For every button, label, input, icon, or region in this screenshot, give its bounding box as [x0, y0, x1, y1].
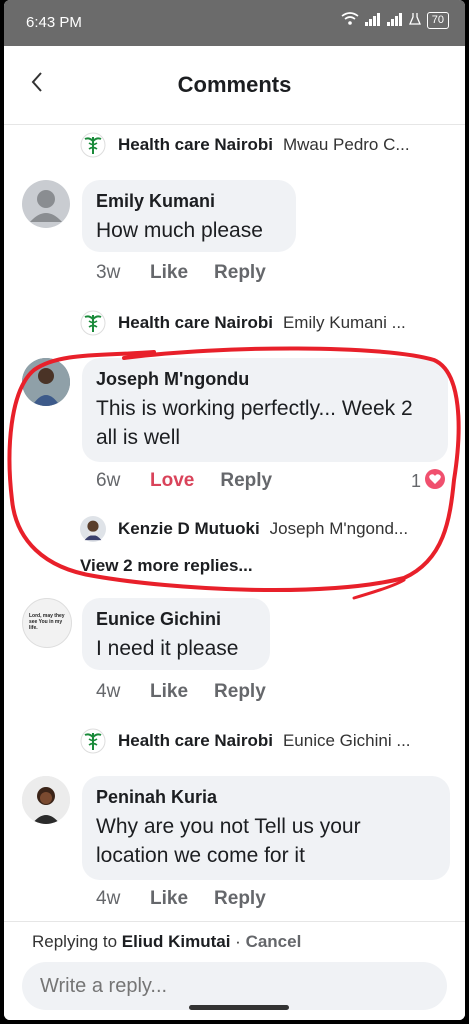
- comment-author[interactable]: Peninah Kuria: [96, 786, 436, 808]
- comment-actions: 4w Like Reply: [96, 888, 292, 910]
- reply-author[interactable]: Health care Nairobi: [118, 135, 273, 155]
- comments-header: Comments: [4, 46, 465, 125]
- lab-icon: [408, 12, 421, 29]
- status-icons: 70: [341, 12, 449, 29]
- like-button[interactable]: Like: [150, 262, 188, 284]
- comment-actions: 6w Love Reply: [96, 470, 298, 492]
- reply-snippet: Mwau Pedro C...: [282, 135, 410, 154]
- avatar-quote-text: Lord, may they see You in my life.: [29, 613, 65, 631]
- status-time: 6:43 PM: [26, 14, 82, 31]
- replying-to-name: Eliud Kimutai: [121, 932, 231, 951]
- status-bar: 6:43 PM 70: [4, 0, 465, 46]
- reply-snippet: Eunice Gichini ...: [282, 731, 411, 750]
- reply-preview[interactable]: Health care Nairobi Emily Kumani ...: [80, 303, 450, 343]
- app-screen: 6:43 PM 70 Comments Health care Nairobi …: [4, 0, 465, 1020]
- reply-input[interactable]: [22, 962, 447, 1010]
- comment-time: 6w: [96, 470, 121, 491]
- reaction-summary[interactable]: 1: [411, 469, 446, 494]
- avatar[interactable]: [22, 358, 70, 406]
- heart-reaction-icon: [425, 469, 446, 494]
- reply-author[interactable]: Kenzie D Mutuoki: [118, 519, 260, 539]
- replying-prefix: Replying to: [32, 932, 118, 951]
- reply-preview[interactable]: Health care Nairobi Mwau Pedro C...: [80, 125, 450, 165]
- battery-icon: 70: [426, 12, 449, 29]
- reply-snippet: Joseph M'ngond...: [269, 519, 409, 538]
- signal-icon: [364, 12, 381, 29]
- reply-button[interactable]: Reply: [214, 681, 266, 703]
- comment-actions: 3w Like Reply: [96, 262, 292, 284]
- caduceus-logo-icon: [80, 132, 106, 158]
- comment-text: How much please: [96, 219, 263, 242]
- caduceus-logo-icon: [80, 728, 106, 754]
- comment-author[interactable]: Emily Kumani: [96, 190, 282, 212]
- comment-bubble: Eunice Gichini I need it please: [82, 598, 270, 670]
- reply-author[interactable]: Health care Nairobi: [118, 313, 273, 333]
- comment-author[interactable]: Eunice Gichini: [96, 608, 256, 630]
- separator: ·: [235, 932, 241, 951]
- reaction-count: 1: [411, 471, 422, 491]
- avatar: [80, 516, 106, 542]
- home-indicator: [189, 1005, 289, 1010]
- view-more-replies-link[interactable]: View 2 more replies...: [80, 556, 253, 576]
- reply-button[interactable]: Reply: [214, 262, 266, 284]
- reply-preview[interactable]: Health care Nairobi Eunice Gichini ...: [80, 721, 450, 761]
- comment-actions: 4w Like Reply: [96, 681, 292, 703]
- avatar[interactable]: Lord, may they see You in my life.: [22, 598, 72, 648]
- comment-bubble: Peninah Kuria Why are you not Tell us yo…: [82, 776, 450, 880]
- like-button[interactable]: Like: [150, 681, 188, 703]
- cancel-button[interactable]: Cancel: [246, 932, 302, 951]
- reply-button[interactable]: Reply: [220, 470, 272, 492]
- comment-time: 3w: [96, 262, 121, 283]
- wifi-icon: [341, 12, 359, 29]
- page-title: Comments: [177, 72, 292, 97]
- comment-time: 4w: [96, 681, 121, 702]
- comment-bubble: Joseph M'ngondu This is working perfectl…: [82, 358, 448, 462]
- avatar[interactable]: [22, 180, 70, 228]
- reply-author[interactable]: Health care Nairobi: [118, 731, 273, 751]
- love-button[interactable]: Love: [150, 470, 194, 492]
- comment-text: This is working perfectly... Week 2 all …: [96, 397, 413, 449]
- like-button[interactable]: Like: [150, 888, 188, 910]
- avatar[interactable]: [22, 776, 70, 824]
- caduceus-logo-icon: [80, 310, 106, 336]
- signal-icon-2: [386, 12, 403, 29]
- comment-text: I need it please: [96, 637, 239, 660]
- reply-snippet: Emily Kumani ...: [282, 313, 406, 332]
- reply-preview[interactable]: Kenzie D Mutuoki Joseph M'ngond...: [80, 509, 450, 549]
- reply-button[interactable]: Reply: [214, 888, 266, 910]
- comment-time: 4w: [96, 888, 121, 909]
- comment-author[interactable]: Joseph M'ngondu: [96, 368, 434, 390]
- replying-to-bar: Replying to Eliud Kimutai · Cancel: [32, 932, 301, 952]
- comment-text: Why are you not Tell us your location we…: [96, 815, 361, 867]
- comment-bubble: Emily Kumani How much please: [82, 180, 296, 252]
